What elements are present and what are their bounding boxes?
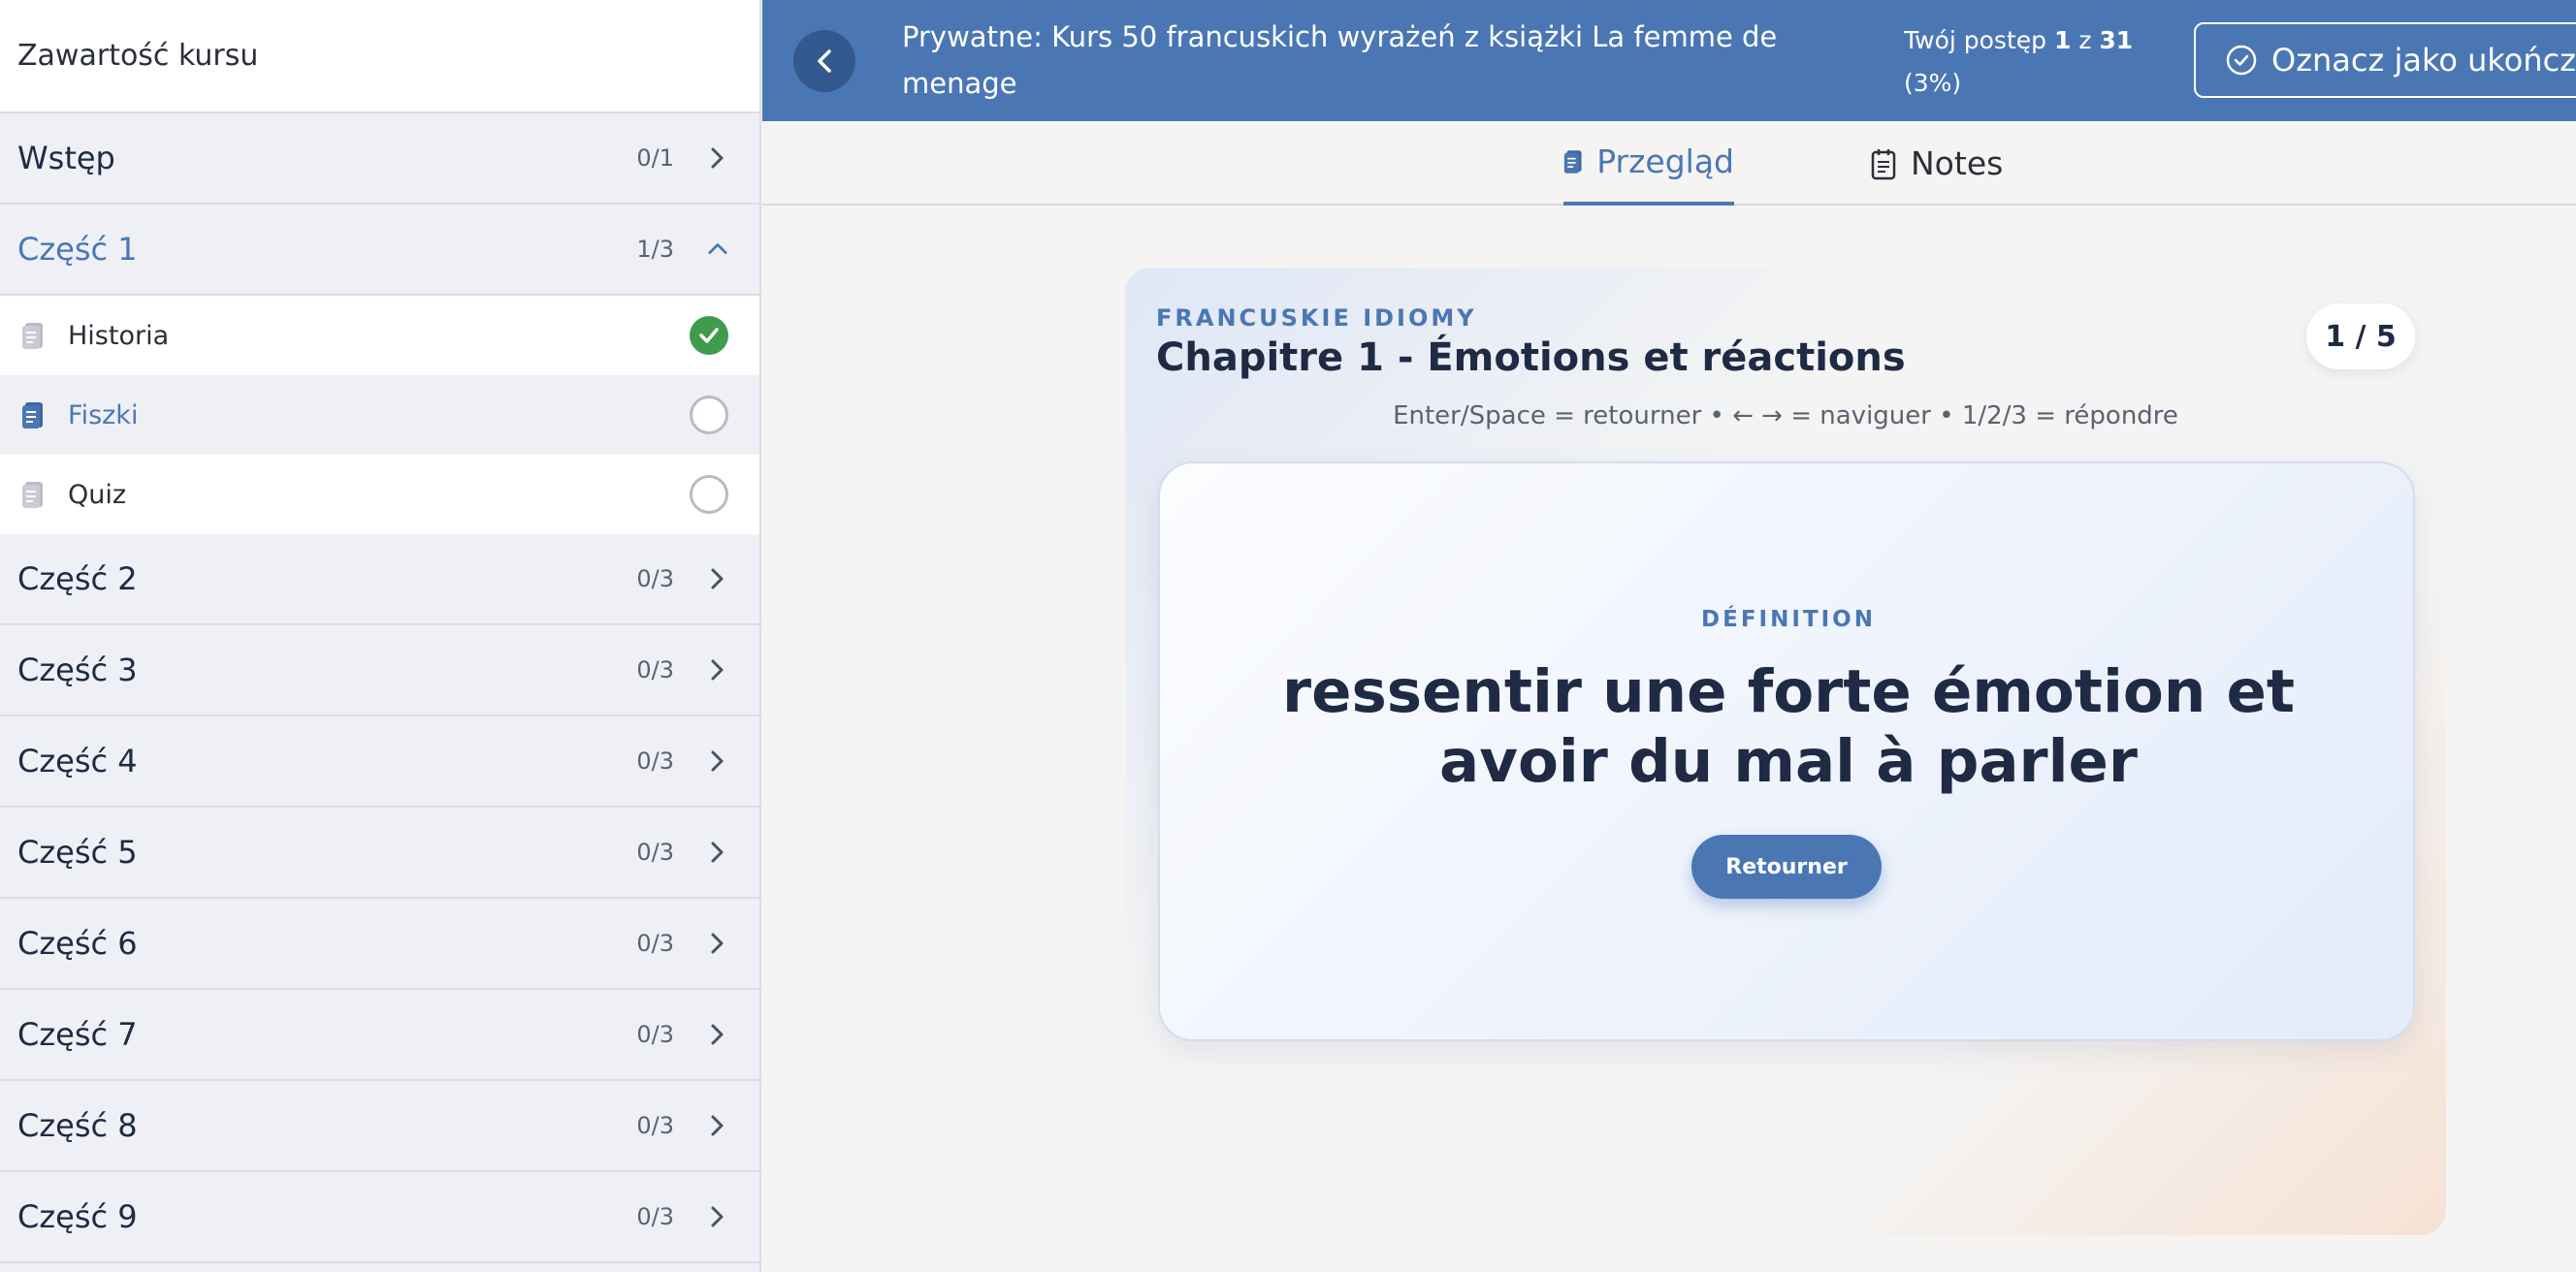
section-intro[interactable]: Wstęp 0/1 (0, 113, 759, 205)
section-progress: 0/3 (636, 930, 674, 957)
section-title: Część 2 (17, 560, 138, 597)
section-progress: 0/3 (636, 1203, 674, 1230)
progress-total: 31 (2099, 26, 2134, 54)
document-icon (22, 402, 43, 429)
chevron-right-icon (707, 659, 728, 681)
course-progress: Twój postęp 1 z 31 (3%) (1904, 19, 2146, 105)
incomplete-circle-icon (690, 475, 728, 514)
mark-complete-label: Oznacz jako ukończone (2271, 42, 2576, 79)
section-progress: 0/3 (636, 565, 674, 592)
section-part-7[interactable]: Część 7 0/3 (0, 990, 759, 1081)
section-title: Część 5 (17, 834, 138, 871)
document-icon (1563, 149, 1582, 174)
lesson-item-historia[interactable]: Historia (0, 296, 759, 375)
chevron-up-icon (707, 238, 728, 260)
progress-separator: z (2078, 26, 2092, 54)
chevron-right-icon (707, 1024, 728, 1045)
chevron-right-icon (707, 750, 728, 772)
check-circle-icon (2226, 45, 2257, 76)
section-progress: 0/3 (636, 1021, 674, 1048)
section-progress: 0/1 (636, 144, 674, 172)
section-title: Część 3 (17, 652, 138, 688)
section-progress: 0/3 (636, 1112, 674, 1139)
course-sidebar: Zawartość kursu Wstęp 0/1 Część 1 1/3 Hi… (0, 0, 761, 1272)
section-part-8[interactable]: Część 8 0/3 (0, 1081, 759, 1172)
section-part-1[interactable]: Część 1 1/3 (0, 205, 759, 296)
section-part-4[interactable]: Część 4 0/3 (0, 716, 759, 808)
chevron-right-icon (707, 933, 728, 954)
check-circle-icon (690, 316, 728, 355)
chapter-title: Chapitre 1 - Émotions et réactions (1156, 335, 1906, 380)
tab-notes[interactable]: Notes (1870, 121, 2003, 206)
section-title: Część 1 (17, 231, 138, 268)
lesson-title: Quiz (68, 479, 127, 510)
section-title: Część 7 (17, 1016, 138, 1053)
mark-complete-button[interactable]: Oznacz jako ukończone (2194, 22, 2576, 98)
section-title: Część 8 (17, 1107, 138, 1144)
notepad-icon (1871, 148, 1896, 179)
course-title: Prywatne: Kurs 50 francuskich wyrażeń z … (902, 20, 1778, 100)
tab-notes-label: Notes (1911, 144, 2004, 182)
incomplete-circle-icon (690, 396, 728, 434)
sidebar-header: Zawartość kursu (0, 0, 759, 113)
section-title: Część 4 (17, 743, 138, 779)
section-title: Część 6 (17, 925, 138, 962)
chevron-right-icon (707, 1206, 728, 1227)
tab-review-label: Przegląd (1596, 143, 1734, 180)
flip-button[interactable]: Retourner (1691, 835, 1882, 899)
card-side-label: DÉFINITION (1701, 607, 1876, 632)
flashcard-panel: FRANCUSKIE IDIOMY Chapitre 1 - Émotions … (1125, 268, 2446, 1235)
flashcard[interactable]: DÉFINITION ressentir une forte émotion e… (1158, 461, 2415, 1041)
course-topbar: Prywatne: Kurs 50 francuskich wyrażeń z … (762, 0, 2576, 121)
section-part-9[interactable]: Część 9 0/3 (0, 1172, 759, 1263)
section-part-6[interactable]: Część 6 0/3 (0, 899, 759, 990)
lesson-title: Historia (68, 320, 170, 351)
card-counter: 1 / 5 (2306, 303, 2415, 369)
tab-review[interactable]: Przegląd (1563, 121, 1734, 206)
document-icon (22, 482, 43, 508)
progress-prefix: Twój postęp (1904, 26, 2047, 54)
chevron-left-icon (818, 49, 831, 73)
section-progress: 0/3 (636, 839, 674, 866)
progress-percent: (3%) (1904, 69, 1962, 97)
section-part-5[interactable]: Część 5 0/3 (0, 808, 759, 899)
lesson-item-fiszki[interactable]: Fiszki (0, 375, 759, 455)
section-progress: 0/3 (636, 747, 674, 775)
section-title: Wstęp (17, 140, 115, 176)
lesson-list: Historia Fiszki Quiz (0, 296, 759, 534)
chevron-right-icon (707, 1115, 728, 1136)
progress-current: 1 (2053, 26, 2072, 54)
section-progress: 0/3 (636, 656, 674, 684)
document-icon (22, 323, 43, 349)
chevron-right-icon (707, 147, 728, 169)
section-part-2[interactable]: Część 2 0/3 (0, 534, 759, 625)
card-definition: ressentir une forte émotion et avoir du … (1281, 657, 2296, 796)
chevron-right-icon (707, 842, 728, 863)
lesson-title: Fiszki (68, 399, 139, 430)
lesson-item-quiz[interactable]: Quiz (0, 455, 759, 534)
deck-label: FRANCUSKIE IDIOMY (1156, 304, 1477, 332)
chevron-right-icon (707, 568, 728, 589)
section-title: Część 9 (17, 1198, 138, 1235)
section-part-3[interactable]: Część 3 0/3 (0, 625, 759, 716)
section-progress: 1/3 (636, 236, 674, 263)
keyboard-shortcuts-hint: Enter/Space = retourner • ← → = naviguer… (1393, 401, 2178, 430)
content-tabs: Przegląd Notes (762, 121, 2576, 206)
back-button[interactable] (793, 30, 855, 92)
